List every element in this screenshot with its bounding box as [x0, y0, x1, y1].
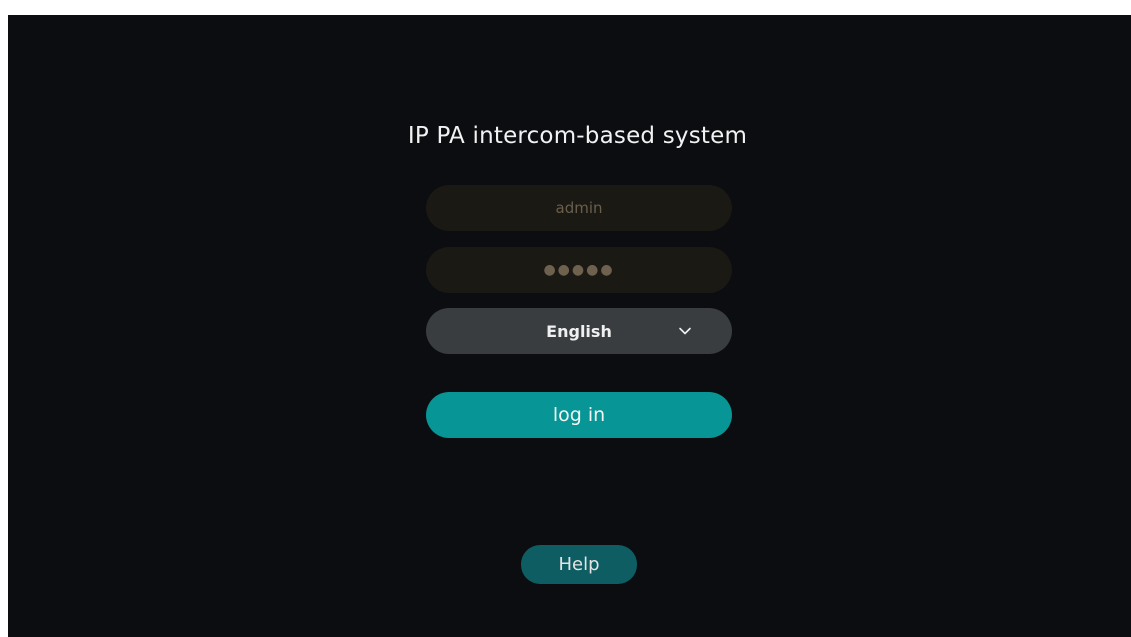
login-button[interactable]: log in [426, 392, 732, 438]
page-title: IP PA intercom-based system [407, 123, 748, 149]
login-screen: IP PA intercom-based system ●●●●● Englis… [8, 15, 1131, 637]
username-field[interactable] [426, 185, 732, 231]
language-select[interactable]: English [426, 308, 732, 354]
chevron-down-icon [679, 327, 691, 335]
password-field[interactable]: ●●●●● [426, 247, 732, 293]
password-mask: ●●●●● [543, 262, 615, 278]
help-button[interactable]: Help [521, 545, 637, 584]
language-selected-label: English [546, 321, 612, 341]
